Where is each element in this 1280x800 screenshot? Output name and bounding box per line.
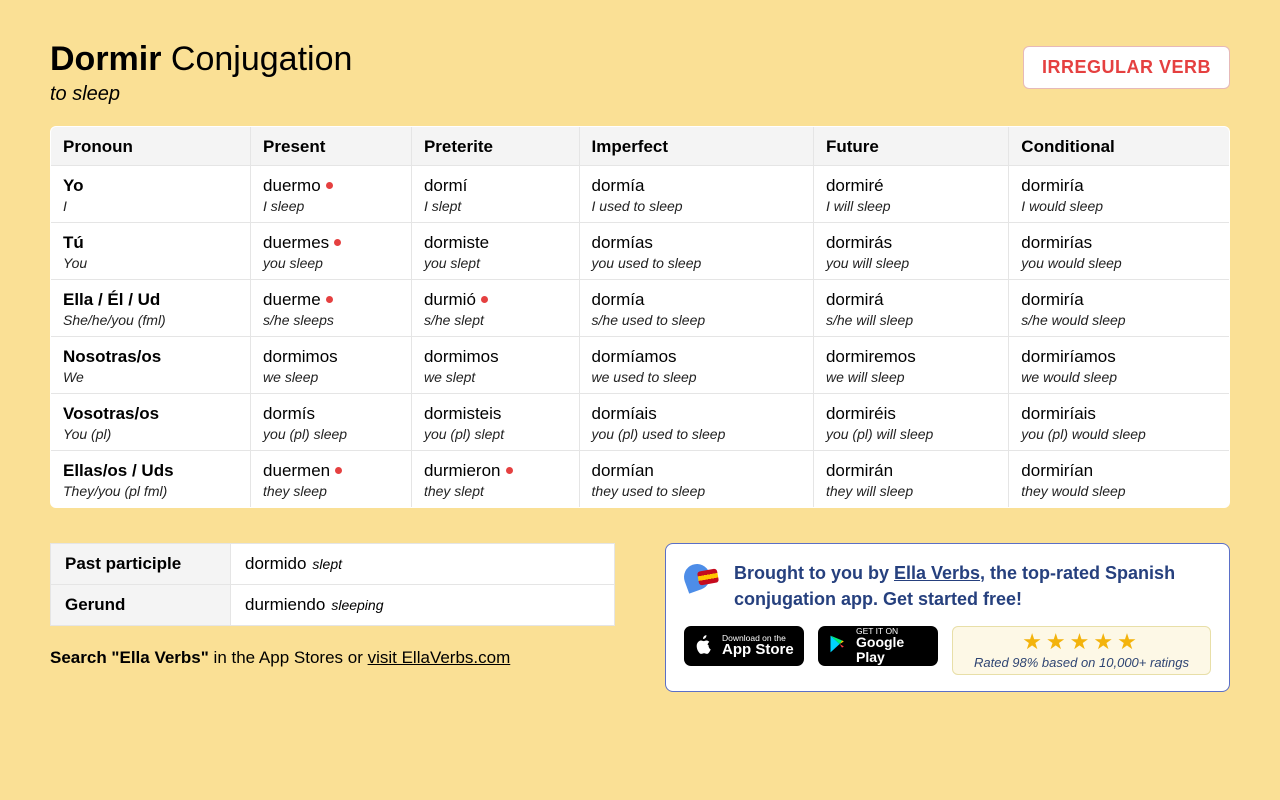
table-row: Nosotras/osWedormimoswe sleepdormimoswe … [51,337,1230,394]
conjugation-cell: dormíI slept [411,166,579,223]
table-row: YoIduermoI sleepdormíI sleptdormíaI used… [51,166,1230,223]
conjugation-cell: duermes/he sleeps [251,280,412,337]
conjugation-cell: dormirás/he will sleep [813,280,1008,337]
table-row: TúYouduermesyou sleepdormisteyou sleptdo… [51,223,1230,280]
conjugation-cell: dormísyou (pl) sleep [251,394,412,451]
verb-name: Dormir [50,40,161,78]
conjugation-cell: dormíasyou used to sleep [579,223,813,280]
app-logo-icon [684,560,720,596]
page-title: Dormir Conjugation [50,40,352,79]
participle-label: Past participle [51,544,231,585]
conjugation-cell: dormimoswe slept [411,337,579,394]
search-line: Search "Ella Verbs" in the App Stores or… [50,648,615,668]
conjugation-cell: dormiríasyou would sleep [1009,223,1230,280]
conjugation-cell: dormiríaI would sleep [1009,166,1230,223]
pronoun-cell: Ellas/os / UdsThey/you (pl fml) [51,451,251,508]
conjugation-cell: durmieronthey slept [411,451,579,508]
conjugation-cell: dormisteisyou (pl) slept [411,394,579,451]
conjugation-cell: dormisteyou slept [411,223,579,280]
column-header: Imperfect [579,127,813,166]
conjugation-cell: duermenthey sleep [251,451,412,508]
verb-translation: to sleep [50,83,352,106]
rating-box: ★★★★★ Rated 98% based on 10,000+ ratings [952,626,1211,675]
participle-label: Gerund [51,585,231,626]
conjugation-cell: dormiréI will sleep [813,166,1008,223]
conjugation-cell: dormíaisyou (pl) used to sleep [579,394,813,451]
participle-value: dormidoslept [231,544,615,585]
column-header: Present [251,127,412,166]
app-store-button[interactable]: Download on theApp Store [684,626,804,666]
search-rest: in the App Stores or [209,648,368,667]
google-play-icon [828,634,848,659]
conjugation-cell: dormirásyou will sleep [813,223,1008,280]
pronoun-cell: Ella / Él / UdShe/he/you (fml) [51,280,251,337]
pronoun-cell: Vosotras/osYou (pl) [51,394,251,451]
participle-row: Gerunddurmiendosleeping [51,585,615,626]
conjugation-cell: duermoI sleep [251,166,412,223]
conjugation-cell: dormíaI used to sleep [579,166,813,223]
search-bold: Search "Ella Verbs" [50,648,209,667]
irregular-badge: IRREGULAR VERB [1023,46,1230,89]
conjugation-cell: durmiós/he slept [411,280,579,337]
table-row: Vosotras/osYou (pl)dormísyou (pl) sleepd… [51,394,1230,451]
conjugation-cell: dormías/he used to sleep [579,280,813,337]
title-suffix: Conjugation [171,40,352,78]
conjugation-cell: dormiréisyou (pl) will sleep [813,394,1008,451]
participle-value: durmiendosleeping [231,585,615,626]
promo-text: Brought to you by Ella Verbs, the top-ra… [734,560,1211,612]
table-row: Ella / Él / UdShe/he/you (fml)duermes/he… [51,280,1230,337]
appstore-large: App Store [722,642,794,659]
pronoun-cell: YoI [51,166,251,223]
irregular-dot-icon [481,296,488,303]
apple-icon [694,632,714,661]
column-header: Preterite [411,127,579,166]
irregular-dot-icon [335,467,342,474]
conjugation-cell: dormiríanthey would sleep [1009,451,1230,508]
irregular-dot-icon [326,296,333,303]
conjugation-cell: dormíamoswe used to sleep [579,337,813,394]
search-link[interactable]: visit EllaVerbs.com [368,648,511,667]
conjugation-cell: dormimoswe sleep [251,337,412,394]
google-play-button[interactable]: GET IT ONGoogle Play [818,626,938,666]
conjugation-cell: dormiríaisyou (pl) would sleep [1009,394,1230,451]
participle-table: Past participledormidosleptGerunddurmien… [50,543,615,626]
participle-row: Past participledormidoslept [51,544,615,585]
pronoun-cell: TúYou [51,223,251,280]
conjugation-cell: dormíanthey used to sleep [579,451,813,508]
conjugation-cell: dormiránthey will sleep [813,451,1008,508]
column-header: Pronoun [51,127,251,166]
gplay-large: Google Play [856,635,928,666]
irregular-dot-icon [334,239,341,246]
promo-card: Brought to you by Ella Verbs, the top-ra… [665,543,1230,692]
pronoun-cell: Nosotras/osWe [51,337,251,394]
conjugation-cell: dormiríamoswe would sleep [1009,337,1230,394]
irregular-dot-icon [506,467,513,474]
conjugation-cell: dormiremoswe will sleep [813,337,1008,394]
conjugation-cell: dormirías/he would sleep [1009,280,1230,337]
conjugation-table: PronounPresentPreteriteImperfectFutureCo… [50,126,1230,508]
rating-text: Rated 98% based on 10,000+ ratings [974,655,1189,670]
column-header: Future [813,127,1008,166]
stars-icon: ★★★★★ [1022,631,1141,653]
promo-before: Brought to you by [734,563,894,583]
irregular-dot-icon [326,182,333,189]
table-row: Ellas/os / UdsThey/you (pl fml)duermenth… [51,451,1230,508]
conjugation-cell: duermesyou sleep [251,223,412,280]
column-header: Conditional [1009,127,1230,166]
promo-link[interactable]: Ella Verbs [894,563,980,583]
